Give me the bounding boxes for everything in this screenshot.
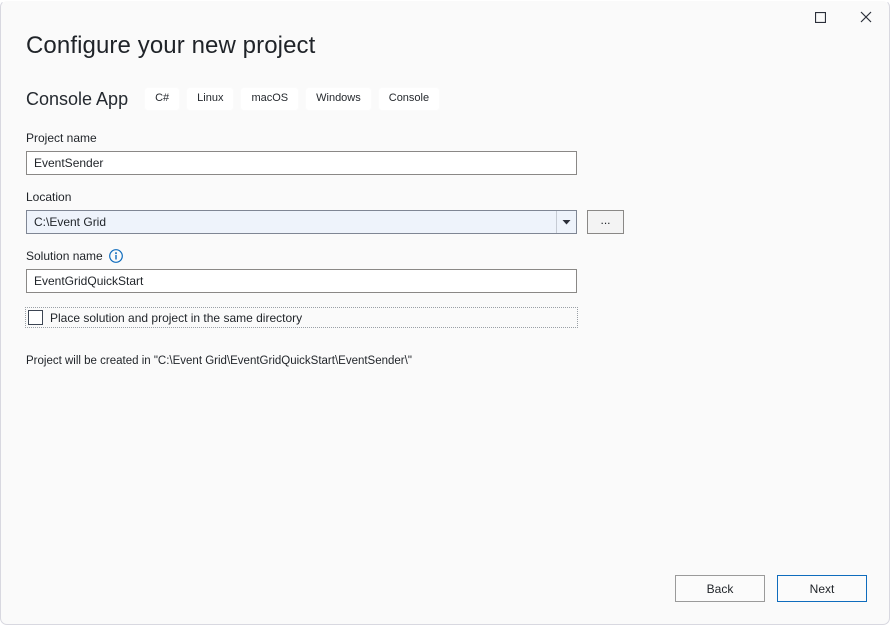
template-tag-linux: Linux bbox=[186, 87, 234, 111]
same-directory-checkbox[interactable] bbox=[28, 310, 43, 325]
project-name-field-group: Project name bbox=[26, 131, 646, 175]
template-tag-macos: macOS bbox=[240, 87, 299, 111]
template-summary: Console App C# Linux macOS Windows Conso… bbox=[26, 87, 440, 111]
close-button[interactable] bbox=[843, 1, 889, 33]
solution-name-field-group: Solution name bbox=[26, 249, 646, 293]
location-row: C:\Event Grid ... bbox=[26, 210, 646, 234]
location-label-text: Location bbox=[26, 190, 71, 204]
template-name: Console App bbox=[26, 89, 128, 110]
location-label: Location bbox=[26, 190, 646, 204]
location-field-group: Location C:\Event Grid ... bbox=[26, 190, 646, 234]
browse-location-button[interactable]: ... bbox=[587, 210, 624, 234]
maximize-icon bbox=[815, 12, 826, 23]
next-button[interactable]: Next bbox=[777, 575, 867, 602]
page-title: Configure your new project bbox=[26, 32, 315, 60]
project-name-label: Project name bbox=[26, 131, 646, 145]
chevron-down-icon[interactable] bbox=[556, 211, 576, 233]
location-value: C:\Event Grid bbox=[27, 215, 556, 229]
window-titlebar bbox=[1, 1, 889, 33]
solution-name-label-text: Solution name bbox=[26, 249, 103, 263]
project-name-label-text: Project name bbox=[26, 131, 97, 145]
configure-project-dialog: Configure your new project Console App C… bbox=[0, 0, 890, 625]
same-directory-checkbox-label: Place solution and project in the same d… bbox=[50, 311, 302, 325]
dialog-footer: Back Next bbox=[675, 575, 867, 602]
location-combobox[interactable]: C:\Event Grid bbox=[26, 210, 577, 234]
project-name-input[interactable] bbox=[26, 151, 577, 175]
back-button[interactable]: Back bbox=[675, 575, 765, 602]
project-path-hint: Project will be created in "C:\Event Gri… bbox=[26, 355, 646, 367]
template-tag-list: C# Linux macOS Windows Console bbox=[144, 87, 440, 111]
solution-name-label: Solution name bbox=[26, 249, 646, 263]
template-tag-console: Console bbox=[378, 87, 440, 111]
same-directory-checkbox-row[interactable]: Place solution and project in the same d… bbox=[26, 308, 577, 327]
maximize-button[interactable] bbox=[797, 1, 843, 33]
project-configuration-form: Project name Location C:\Event Grid ... bbox=[26, 131, 646, 367]
template-tag-windows: Windows bbox=[305, 87, 372, 111]
template-tag-csharp: C# bbox=[144, 87, 180, 111]
close-icon bbox=[860, 11, 872, 23]
solution-name-input[interactable] bbox=[26, 269, 577, 293]
info-icon[interactable] bbox=[109, 249, 123, 263]
